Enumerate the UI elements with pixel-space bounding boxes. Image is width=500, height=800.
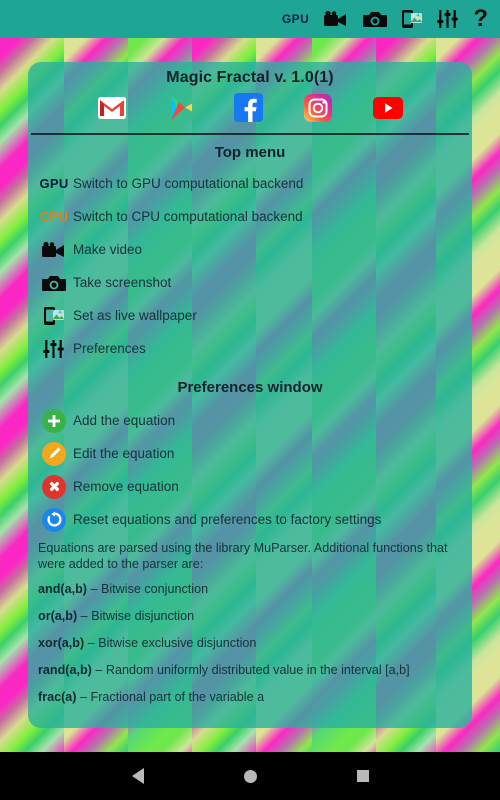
remove-icon <box>35 474 73 499</box>
pref-item-reset[interactable]: Reset equations and preferences to facto… <box>28 503 472 536</box>
dialog-title: Magic Fractal v. 1.0(1) <box>166 69 334 86</box>
menu-item-take-screenshot[interactable]: Take screenshot <box>28 266 472 299</box>
function-signature: rand(a,b) <box>38 663 92 677</box>
function-description: – Bitwise conjunction <box>86 582 209 596</box>
video-camera-glyph <box>324 10 347 26</box>
pref-item-remove-equation[interactable]: Remove equation <box>28 470 472 503</box>
function-entry: xor(a,b) – Bitwise exclusive disjunction <box>38 635 462 651</box>
cpu-badge-label: CPU <box>39 209 69 224</box>
help-icon[interactable]: ? <box>473 6 488 32</box>
live-wallpaper-icon <box>35 306 73 326</box>
preferences-icon <box>35 339 73 359</box>
pref-item-label: Add the equation <box>73 413 176 428</box>
menu-item-label: Make video <box>73 242 143 257</box>
reset-icon <box>35 507 73 532</box>
camera-icon[interactable] <box>363 6 388 32</box>
android-nav-bar <box>0 752 500 800</box>
google-play-icon[interactable] <box>168 94 194 126</box>
pref-item-add-equation[interactable]: Add the equation <box>28 404 472 437</box>
live-wallpaper-glyph <box>402 10 423 28</box>
nav-back-button[interactable] <box>131 768 144 784</box>
function-description: – Fractional part of the variable a <box>76 690 265 704</box>
cpu-badge-icon: CPU <box>35 209 73 224</box>
gmail-icon[interactable] <box>97 96 127 125</box>
edit-icon <box>35 441 73 466</box>
function-description: – Bitwise disjunction <box>77 609 195 623</box>
function-signature: xor(a,b) <box>38 636 85 650</box>
function-entry: and(a,b) – Bitwise conjunction <box>38 581 462 597</box>
function-description: – Random uniformly distributed value in … <box>91 663 410 677</box>
menu-item-live-wallpaper[interactable]: Set as live wallpaper <box>28 299 472 332</box>
function-entry: or(a,b) – Bitwise disjunction <box>38 608 462 624</box>
video-camera-icon <box>35 241 73 259</box>
sliders-glyph <box>437 10 459 28</box>
menu-item-label: Set as live wallpaper <box>73 308 197 323</box>
gpu-badge-icon: GPU <box>35 176 73 191</box>
menu-item-label: Take screenshot <box>73 275 172 290</box>
help-dialog: Magic Fractal v. 1.0(1) Top menu GPU Swi… <box>28 62 472 728</box>
social-links-row <box>28 89 472 131</box>
youtube-icon[interactable] <box>373 96 404 124</box>
help-icon-label: ? <box>473 5 488 32</box>
menu-item-switch-cpu[interactable]: CPU Switch to CPU computational backend <box>28 200 472 233</box>
function-signature: or(a,b) <box>38 609 78 623</box>
facebook-icon[interactable] <box>234 93 264 127</box>
menu-item-label: Switch to GPU computational backend <box>73 176 304 191</box>
nav-home-button[interactable] <box>243 769 257 783</box>
gpu-indicator-label: GPU <box>281 12 310 26</box>
function-description: – Bitwise exclusive disjunction <box>84 636 257 650</box>
preferences-window-heading: Preferences window <box>177 379 323 396</box>
app-status-bar: GPU ? <box>0 0 500 38</box>
pref-item-edit-equation[interactable]: Edit the equation <box>28 437 472 470</box>
menu-item-label: Switch to CPU computational backend <box>73 209 303 224</box>
video-camera-icon[interactable] <box>323 6 349 32</box>
top-menu-heading: Top menu <box>214 144 286 161</box>
pref-item-label: Edit the equation <box>73 446 175 461</box>
nav-recents-button[interactable] <box>356 770 369 782</box>
function-signature: and(a,b) <box>38 582 87 596</box>
function-signature: frac(a) <box>38 690 77 704</box>
gpu-badge-label: GPU <box>39 176 69 191</box>
title-divider <box>31 133 469 135</box>
function-entry: rand(a,b) – Random uniformly distributed… <box>38 662 462 678</box>
menu-item-make-video[interactable]: Make video <box>28 233 472 266</box>
live-wallpaper-icon[interactable] <box>401 6 423 32</box>
preferences-icon[interactable] <box>437 6 459 32</box>
menu-item-label: Preferences <box>73 341 146 356</box>
parser-info-text: Equations are parsed using the library M… <box>28 536 472 705</box>
menu-item-switch-gpu[interactable]: GPU Switch to GPU computational backend <box>28 167 472 200</box>
add-icon <box>35 408 73 433</box>
gpu-indicator[interactable]: GPU <box>282 6 310 32</box>
camera-icon <box>35 274 73 292</box>
camera-glyph <box>363 12 388 27</box>
instagram-icon[interactable] <box>304 93 333 127</box>
function-entry: frac(a) – Fractional part of the variabl… <box>38 689 462 705</box>
parser-intro: Equations are parsed using the library M… <box>38 541 448 571</box>
pref-item-label: Remove equation <box>73 479 179 494</box>
pref-item-label: Reset equations and preferences to facto… <box>73 512 382 527</box>
menu-item-preferences[interactable]: Preferences <box>28 332 472 365</box>
